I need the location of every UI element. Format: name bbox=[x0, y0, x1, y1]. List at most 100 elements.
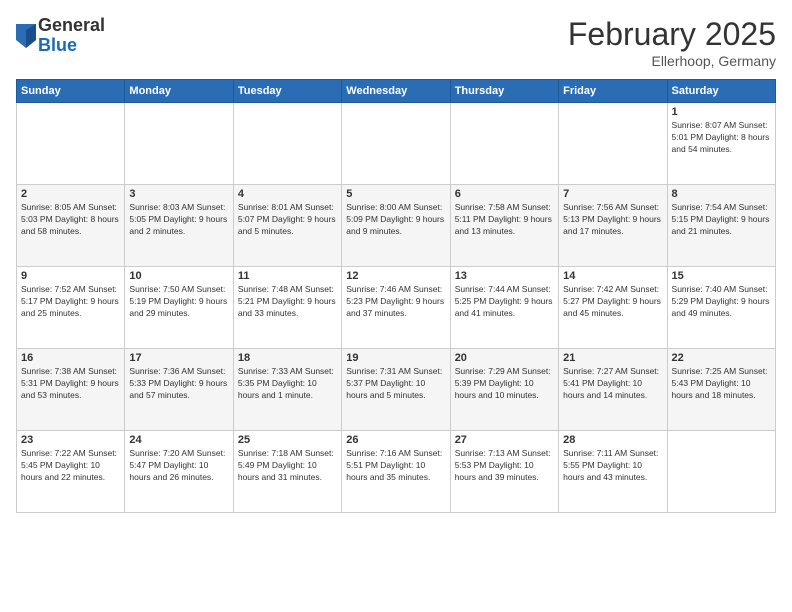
day-cell: 12Sunrise: 7:46 AM Sunset: 5:23 PM Dayli… bbox=[342, 267, 450, 349]
day-cell bbox=[667, 431, 775, 513]
day-number: 4 bbox=[238, 188, 337, 200]
day-cell bbox=[559, 103, 667, 185]
day-info: Sunrise: 8:03 AM Sunset: 5:05 PM Dayligh… bbox=[129, 202, 228, 238]
day-number: 8 bbox=[672, 188, 771, 200]
day-cell bbox=[233, 103, 341, 185]
day-cell: 23 Sunrise: 7:22 AM Sunset: 5:45 PM Dayli… bbox=[17, 431, 125, 513]
day-number: 10 bbox=[129, 270, 228, 282]
day-number: 13 bbox=[455, 270, 554, 282]
day-info: Sunrise: 7:36 AM Sunset: 5:33 PM Dayligh… bbox=[129, 366, 228, 402]
day-cell: 17 Sunrise: 7:36 AM Sunset: 5:33 PM Dayli… bbox=[125, 349, 233, 431]
day-number: 18 bbox=[238, 352, 337, 364]
month-title: February 2025 bbox=[568, 16, 776, 53]
day-cell: 13 Sunrise: 7:44 AM Sunset: 5:25 PM Dayli… bbox=[450, 267, 558, 349]
day-info: Sunrise: 7:56 AM Sunset: 5:13 PM Dayligh… bbox=[563, 202, 662, 238]
day-info: Sunrise: 7:25 AM Sunset: 5:43 PM Dayligh… bbox=[672, 366, 771, 402]
day-cell: 26 Sunrise: 7:16 AM Sunset: 5:51 PM Dayli… bbox=[342, 431, 450, 513]
day-cell: 15 Sunrise: 7:40 AM Sunset: 5:29 PM Dayli… bbox=[667, 267, 775, 349]
day-info: Sunrise: 8:01 AM Sunset: 5:07 PM Dayligh… bbox=[238, 202, 337, 238]
calendar-body: 1Sunrise: 8:07 AM Sunset: 5:01 PM Daylig… bbox=[17, 103, 776, 513]
day-cell: 6Sunrise: 7:58 AM Sunset: 5:11 PM Daylig… bbox=[450, 185, 558, 267]
day-number: 27 bbox=[455, 434, 554, 446]
day-cell: 4 Sunrise: 8:01 AM Sunset: 5:07 PM Daylig… bbox=[233, 185, 341, 267]
calendar-header: SundayMondayTuesdayWednesdayThursdayFrid… bbox=[17, 80, 776, 103]
day-info: Sunrise: 7:50 AM Sunset: 5:19 PM Dayligh… bbox=[129, 284, 228, 320]
day-number: 20 bbox=[455, 352, 554, 364]
day-cell bbox=[450, 103, 558, 185]
day-info: Sunrise: 7:44 AM Sunset: 5:25 PM Dayligh… bbox=[455, 284, 554, 320]
week-row-3: 9Sunrise: 7:52 AM Sunset: 5:17 PM Daylig… bbox=[17, 267, 776, 349]
day-info: Sunrise: 7:11 AM Sunset: 5:55 PM Dayligh… bbox=[563, 448, 662, 484]
day-cell: 24 Sunrise: 7:20 AM Sunset: 5:47 PM Dayli… bbox=[125, 431, 233, 513]
day-cell: 10 Sunrise: 7:50 AM Sunset: 5:19 PM Dayli… bbox=[125, 267, 233, 349]
weekday-header-saturday: Saturday bbox=[667, 80, 775, 103]
logo-general-label: General bbox=[38, 16, 105, 36]
weekday-header-wednesday: Wednesday bbox=[342, 80, 450, 103]
day-info: Sunrise: 7:42 AM Sunset: 5:27 PM Dayligh… bbox=[563, 284, 662, 320]
day-cell: 11 Sunrise: 7:48 AM Sunset: 5:21 PM Dayli… bbox=[233, 267, 341, 349]
day-number: 2 bbox=[21, 188, 120, 200]
day-cell: 28Sunrise: 7:11 AM Sunset: 5:55 PM Dayli… bbox=[559, 431, 667, 513]
day-cell bbox=[17, 103, 125, 185]
day-info: Sunrise: 7:20 AM Sunset: 5:47 PM Dayligh… bbox=[129, 448, 228, 484]
day-cell: 8 Sunrise: 7:54 AM Sunset: 5:15 PM Daylig… bbox=[667, 185, 775, 267]
week-row-2: 2 Sunrise: 8:05 AM Sunset: 5:03 PM Daylig… bbox=[17, 185, 776, 267]
title-block: February 2025 Ellerhoop, Germany bbox=[568, 16, 776, 69]
day-cell: 1Sunrise: 8:07 AM Sunset: 5:01 PM Daylig… bbox=[667, 103, 775, 185]
day-cell bbox=[342, 103, 450, 185]
day-number: 17 bbox=[129, 352, 228, 364]
day-number: 24 bbox=[129, 434, 228, 446]
weekday-header-sunday: Sunday bbox=[17, 80, 125, 103]
day-cell: 9Sunrise: 7:52 AM Sunset: 5:17 PM Daylig… bbox=[17, 267, 125, 349]
logo-text: General Blue bbox=[38, 16, 105, 56]
day-number: 22 bbox=[672, 352, 771, 364]
day-info: Sunrise: 7:27 AM Sunset: 5:41 PM Dayligh… bbox=[563, 366, 662, 402]
weekday-header-tuesday: Tuesday bbox=[233, 80, 341, 103]
day-info: Sunrise: 7:33 AM Sunset: 5:35 PM Dayligh… bbox=[238, 366, 337, 402]
day-info: Sunrise: 7:16 AM Sunset: 5:51 PM Dayligh… bbox=[346, 448, 445, 484]
week-row-1: 1Sunrise: 8:07 AM Sunset: 5:01 PM Daylig… bbox=[17, 103, 776, 185]
day-number: 21 bbox=[563, 352, 662, 364]
week-row-4: 16Sunrise: 7:38 AM Sunset: 5:31 PM Dayli… bbox=[17, 349, 776, 431]
day-cell: 2 Sunrise: 8:05 AM Sunset: 5:03 PM Daylig… bbox=[17, 185, 125, 267]
day-number: 25 bbox=[238, 434, 337, 446]
day-number: 19 bbox=[346, 352, 445, 364]
day-number: 7 bbox=[563, 188, 662, 200]
day-cell bbox=[125, 103, 233, 185]
day-info: Sunrise: 8:05 AM Sunset: 5:03 PM Dayligh… bbox=[21, 202, 120, 238]
day-number: 11 bbox=[238, 270, 337, 282]
day-number: 15 bbox=[672, 270, 771, 282]
day-cell: 19 Sunrise: 7:31 AM Sunset: 5:37 PM Dayli… bbox=[342, 349, 450, 431]
day-cell: 14 Sunrise: 7:42 AM Sunset: 5:27 PM Dayli… bbox=[559, 267, 667, 349]
week-row-5: 23 Sunrise: 7:22 AM Sunset: 5:45 PM Dayli… bbox=[17, 431, 776, 513]
day-cell: 3 Sunrise: 8:03 AM Sunset: 5:05 PM Daylig… bbox=[125, 185, 233, 267]
logo-blue-label: Blue bbox=[38, 36, 105, 56]
day-number: 1 bbox=[672, 106, 771, 118]
location: Ellerhoop, Germany bbox=[568, 53, 776, 69]
logo: General Blue bbox=[16, 16, 105, 56]
day-number: 6 bbox=[455, 188, 554, 200]
day-cell: 5 Sunrise: 8:00 AM Sunset: 5:09 PM Daylig… bbox=[342, 185, 450, 267]
day-number: 5 bbox=[346, 188, 445, 200]
weekday-header-friday: Friday bbox=[559, 80, 667, 103]
day-info: Sunrise: 8:00 AM Sunset: 5:09 PM Dayligh… bbox=[346, 202, 445, 238]
day-info: Sunrise: 7:40 AM Sunset: 5:29 PM Dayligh… bbox=[672, 284, 771, 320]
day-cell: 25Sunrise: 7:18 AM Sunset: 5:49 PM Dayli… bbox=[233, 431, 341, 513]
day-number: 3 bbox=[129, 188, 228, 200]
day-cell: 22 Sunrise: 7:25 AM Sunset: 5:43 PM Dayli… bbox=[667, 349, 775, 431]
day-number: 26 bbox=[346, 434, 445, 446]
day-info: Sunrise: 7:54 AM Sunset: 5:15 PM Dayligh… bbox=[672, 202, 771, 238]
day-info: Sunrise: 7:38 AM Sunset: 5:31 PM Dayligh… bbox=[21, 366, 120, 402]
day-cell: 27 Sunrise: 7:13 AM Sunset: 5:53 PM Dayli… bbox=[450, 431, 558, 513]
weekday-row: SundayMondayTuesdayWednesdayThursdayFrid… bbox=[17, 80, 776, 103]
day-info: Sunrise: 7:22 AM Sunset: 5:45 PM Dayligh… bbox=[21, 448, 120, 484]
day-info: Sunrise: 7:13 AM Sunset: 5:53 PM Dayligh… bbox=[455, 448, 554, 484]
day-number: 23 bbox=[21, 434, 120, 446]
day-info: Sunrise: 7:31 AM Sunset: 5:37 PM Dayligh… bbox=[346, 366, 445, 402]
day-info: Sunrise: 7:52 AM Sunset: 5:17 PM Dayligh… bbox=[21, 284, 120, 320]
day-number: 12 bbox=[346, 270, 445, 282]
page: General Blue February 2025 Ellerhoop, Ge… bbox=[0, 0, 792, 612]
calendar-table: SundayMondayTuesdayWednesdayThursdayFrid… bbox=[16, 79, 776, 513]
day-info: Sunrise: 7:48 AM Sunset: 5:21 PM Dayligh… bbox=[238, 284, 337, 320]
day-number: 14 bbox=[563, 270, 662, 282]
